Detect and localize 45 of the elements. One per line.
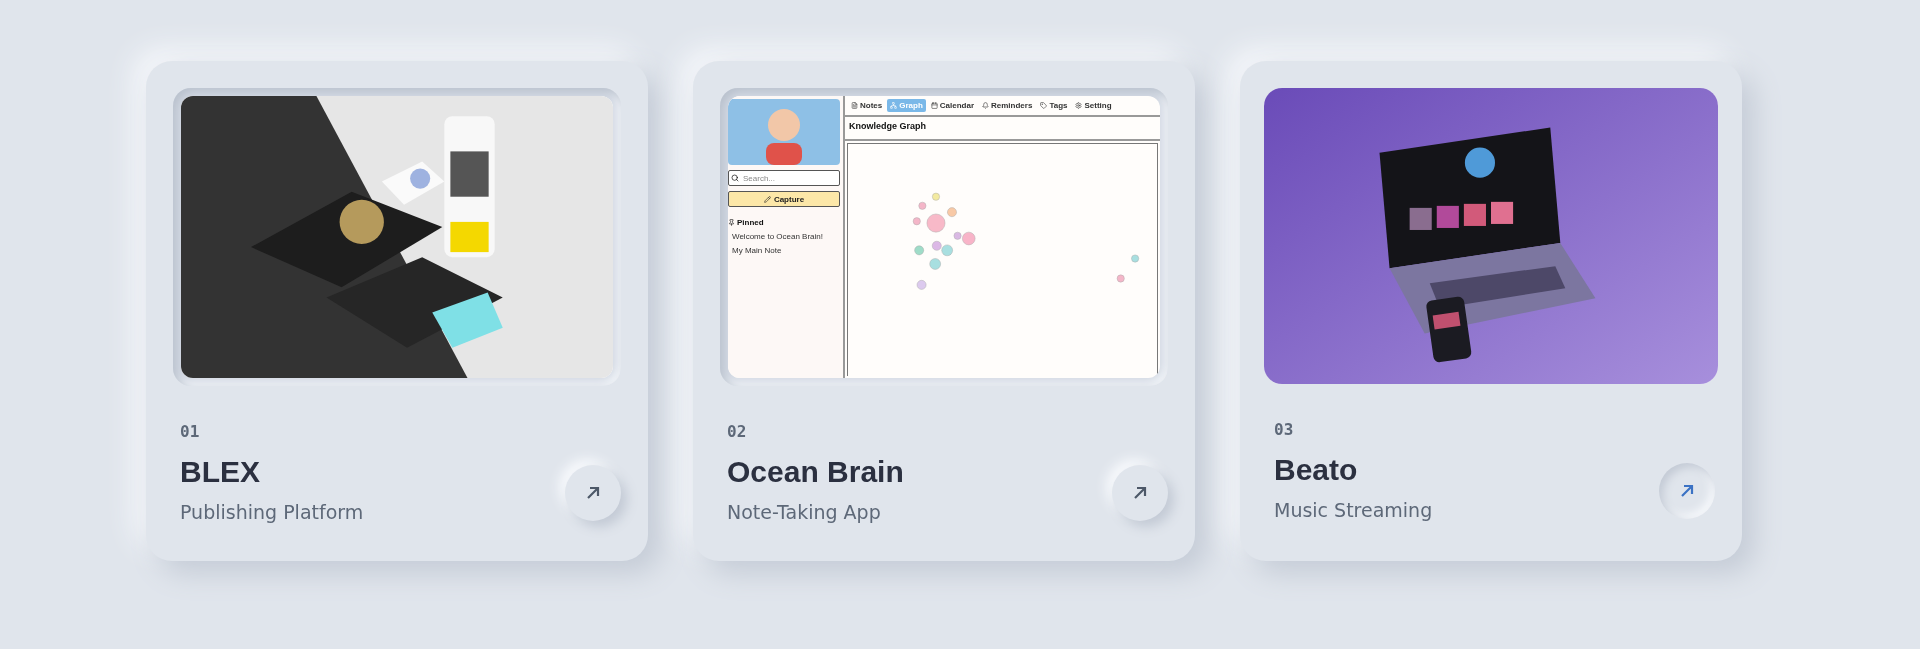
project-subtitle: Music Streaming xyxy=(1274,499,1433,521)
open-project-button[interactable] xyxy=(565,465,621,521)
graph-node[interactable] xyxy=(1131,254,1139,263)
project-subtitle: Note-Taking App xyxy=(727,501,882,523)
graph-title: Knowledge Graph xyxy=(845,117,1160,141)
project-number: 01 xyxy=(180,422,201,441)
graph-node[interactable] xyxy=(929,258,941,270)
project-number: 02 xyxy=(727,422,748,441)
graph-node[interactable] xyxy=(932,241,942,251)
graph-node[interactable] xyxy=(932,192,940,201)
tab-icon xyxy=(890,102,898,109)
search-field[interactable]: Search... xyxy=(728,170,840,186)
project-number: 03 xyxy=(1274,420,1295,439)
graph-node[interactable] xyxy=(912,217,921,226)
project-subtitle: Publishing Platform xyxy=(180,501,364,523)
nav-tab[interactable]: Notes xyxy=(848,99,886,112)
tab-icon xyxy=(1040,102,1048,109)
nav-tab[interactable]: Reminders xyxy=(979,99,1036,112)
graph-node[interactable] xyxy=(947,207,957,217)
nav-tab[interactable]: Setting xyxy=(1072,99,1115,112)
nav-tab[interactable]: Tags xyxy=(1037,99,1071,112)
graph-node[interactable] xyxy=(916,280,927,290)
tab-icon xyxy=(851,102,858,109)
graph-node[interactable] xyxy=(1116,274,1125,283)
graph-node[interactable] xyxy=(962,231,976,246)
graph-node[interactable] xyxy=(953,231,962,240)
project-title: Ocean Brain xyxy=(727,455,904,489)
search-icon xyxy=(731,174,739,182)
pencil-icon xyxy=(763,195,771,203)
pinned-heading: Pinned xyxy=(737,218,764,227)
tab-icon xyxy=(930,102,938,109)
tab-icon xyxy=(982,102,990,109)
open-project-button[interactable] xyxy=(1112,465,1168,521)
tab-icon xyxy=(1075,102,1083,109)
graph-node[interactable] xyxy=(941,244,953,256)
capture-button[interactable]: Capture xyxy=(728,191,840,207)
pinned-note[interactable]: My Main Note xyxy=(728,246,840,255)
graph-node[interactable] xyxy=(918,201,927,210)
nav-tab[interactable]: Calendar xyxy=(927,99,978,112)
pinned-note[interactable]: Welcome to Ocean Brain! xyxy=(728,232,840,241)
pin-icon xyxy=(728,219,735,226)
project-title: Beato xyxy=(1274,453,1359,487)
graph-node[interactable] xyxy=(926,213,946,233)
project-title: BLEX xyxy=(180,455,261,489)
graph-node[interactable] xyxy=(914,245,924,256)
